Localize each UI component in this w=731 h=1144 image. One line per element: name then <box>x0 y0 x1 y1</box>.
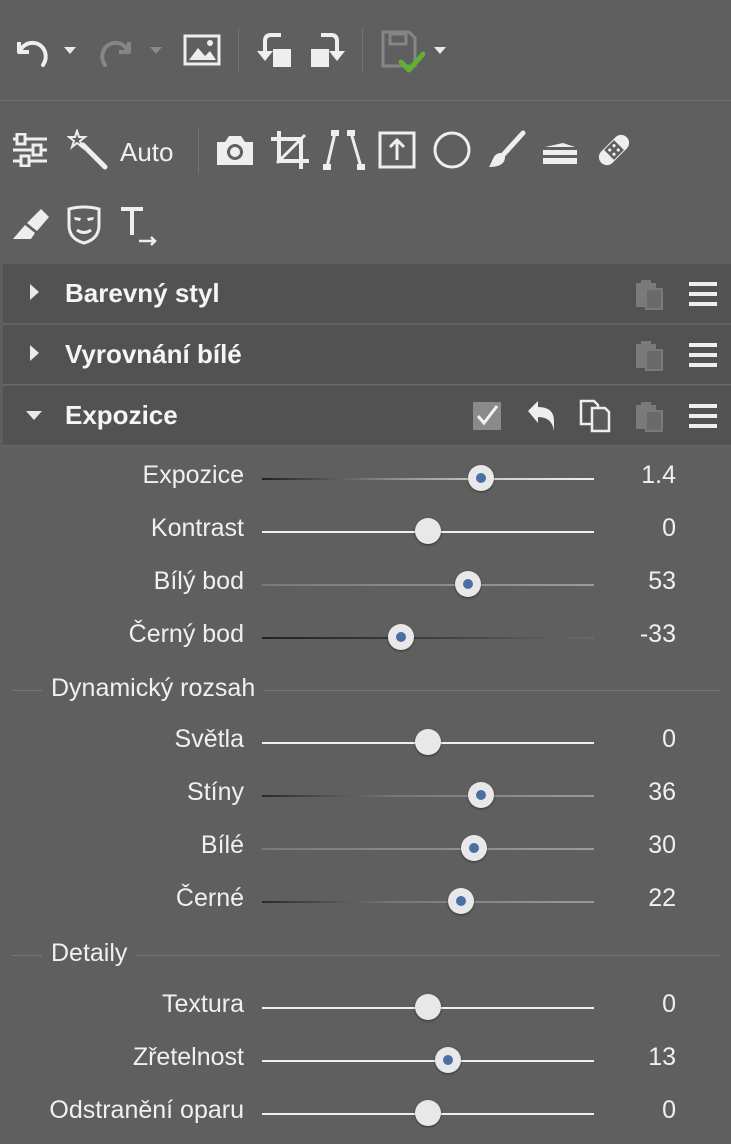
main-toolbar <box>0 0 731 101</box>
image-icon[interactable] <box>180 30 224 70</box>
slider-track[interactable] <box>262 848 594 850</box>
group-title: Dynamický rozsah <box>42 674 265 703</box>
slider-value[interactable]: 0 <box>662 1096 676 1125</box>
section-title: Barevný styl <box>65 278 220 308</box>
camera-icon[interactable] <box>214 130 256 170</box>
slider-row-shadows: Stíny 36 <box>0 770 731 822</box>
group-title: Detaily <box>42 939 137 968</box>
auto-button[interactable]: Auto <box>120 137 174 168</box>
slider-row-texture: Textura 0 <box>0 982 731 1034</box>
rotate-right-icon[interactable] <box>306 28 348 72</box>
expand-icon[interactable] <box>30 284 39 300</box>
slider-label: Světla <box>174 725 244 753</box>
redo-icon[interactable] <box>94 30 140 70</box>
menu-icon[interactable] <box>685 398 721 434</box>
magic-wand-icon[interactable] <box>66 128 110 172</box>
copy-settings-icon[interactable] <box>577 398 613 434</box>
section-white-balance[interactable]: Vyrovnání bílé <box>3 325 731 385</box>
slider-row-dehaze: Odstranění oparu 0 <box>0 1088 731 1140</box>
slider-label: Kontrast <box>150 514 244 542</box>
section-title: Expozice <box>65 400 178 430</box>
slider-value[interactable]: -33 <box>640 620 676 649</box>
slider-row-contrast: Kontrast 0 <box>0 506 731 558</box>
save-options-caret[interactable] <box>430 44 450 56</box>
slider-knob[interactable] <box>415 994 441 1020</box>
brush-icon[interactable] <box>484 128 528 172</box>
reset-icon[interactable] <box>523 398 559 434</box>
slider-track[interactable] <box>262 478 594 480</box>
slider-value[interactable]: 0 <box>662 725 676 754</box>
perspective-icon[interactable] <box>322 128 366 172</box>
slider-value[interactable]: 22 <box>648 884 676 913</box>
circle-mask-icon[interactable] <box>430 128 474 172</box>
slider-knob[interactable] <box>454 571 481 597</box>
adjustments-icon[interactable] <box>10 130 50 170</box>
section-exposure[interactable]: Expozice <box>3 386 731 446</box>
slider-value[interactable]: 30 <box>648 831 676 860</box>
slider-knob[interactable] <box>388 624 415 650</box>
slider-row-clarity: Zřetelnost 13 <box>0 1035 731 1087</box>
mask-face-icon[interactable] <box>62 202 106 246</box>
slider-knob[interactable] <box>415 729 441 755</box>
slider-label: Bílé <box>200 831 244 859</box>
undo-history-caret[interactable] <box>60 44 80 56</box>
slider-row-exposure: Expozice 1.4 <box>0 453 731 505</box>
slider-label: Stíny <box>187 778 244 806</box>
paste-settings-icon <box>631 276 667 312</box>
slider-label: Textura <box>162 990 244 1018</box>
healing-icon[interactable] <box>592 128 636 172</box>
slider-label: Bílý bod <box>153 567 244 595</box>
slider-knob[interactable] <box>434 1047 461 1073</box>
slider-label: Expozice <box>142 461 244 489</box>
slider-value[interactable]: 0 <box>662 514 676 543</box>
undo-icon[interactable] <box>8 30 54 70</box>
text-icon[interactable] <box>116 202 160 248</box>
slider-label: Zřetelnost <box>132 1043 244 1071</box>
slider-row-blacks: Černé 22 <box>0 876 731 928</box>
save-icon[interactable] <box>378 28 426 74</box>
slider-value[interactable]: 13 <box>648 1043 676 1072</box>
upright-icon[interactable] <box>376 128 418 172</box>
slider-track[interactable] <box>262 1060 594 1062</box>
gradient-icon[interactable] <box>538 128 582 172</box>
slider-knob[interactable] <box>448 888 475 914</box>
menu-icon[interactable] <box>685 276 721 312</box>
slider-value[interactable]: 53 <box>648 567 676 596</box>
slider-label: Odstranění oparu <box>49 1096 244 1124</box>
eraser-icon[interactable] <box>8 202 52 246</box>
slider-knob[interactable] <box>415 1100 441 1126</box>
collapse-icon[interactable] <box>26 411 42 420</box>
group-details: Detaily <box>0 935 731 975</box>
slider-row-highlights: Světla 0 <box>0 717 731 769</box>
paste-settings-icon <box>631 398 667 434</box>
slider-row-white-point: Bílý bod 53 <box>0 559 731 611</box>
slider-value[interactable]: 0 <box>662 990 676 1019</box>
section-color-style[interactable]: Barevný styl <box>3 264 731 324</box>
tools-toolbar <box>0 101 731 263</box>
slider-knob[interactable] <box>468 782 495 808</box>
slider-track[interactable] <box>262 637 594 639</box>
expand-icon[interactable] <box>30 345 39 361</box>
section-title: Vyrovnání bílé <box>65 339 242 369</box>
rotate-left-icon[interactable] <box>254 28 296 72</box>
paste-settings-icon <box>631 337 667 373</box>
slider-track[interactable] <box>262 795 594 797</box>
slider-knob[interactable] <box>468 465 495 491</box>
slider-track[interactable] <box>262 584 594 586</box>
slider-row-whites: Bílé 30 <box>0 823 731 875</box>
redo-history-caret[interactable] <box>146 44 166 56</box>
slider-knob[interactable] <box>461 835 488 861</box>
slider-row-black-point: Černý bod -33 <box>0 612 731 664</box>
slider-label: Černé <box>175 884 244 912</box>
slider-value[interactable]: 1.4 <box>641 461 676 490</box>
slider-knob[interactable] <box>415 518 441 544</box>
menu-icon[interactable] <box>685 337 721 373</box>
slider-track[interactable] <box>262 901 594 903</box>
slider-label: Černý bod <box>128 620 244 648</box>
enable-checkbox[interactable] <box>469 398 505 434</box>
group-dynamic-range: Dynamický rozsah <box>0 670 731 710</box>
crop-icon[interactable] <box>268 128 312 172</box>
slider-value[interactable]: 36 <box>648 778 676 807</box>
